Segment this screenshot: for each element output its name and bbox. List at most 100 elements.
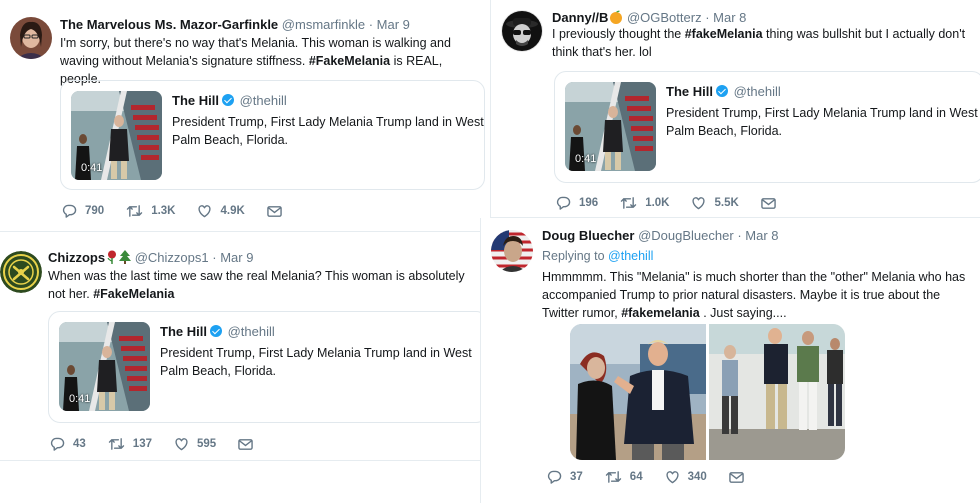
tweet-actions: 790 1.3K 4.9K xyxy=(62,204,304,218)
user-handle[interactable]: @Chizzops1 xyxy=(135,250,209,265)
display-name[interactable]: Danny//B xyxy=(552,10,608,25)
hashtag-link[interactable]: #fakeMelania xyxy=(685,27,763,41)
user-handle[interactable]: @DougBluecher xyxy=(638,228,734,243)
tweet-actions: 43 137 595 xyxy=(50,437,275,451)
retweet-icon xyxy=(605,471,621,483)
like-count: 5.5K xyxy=(714,197,739,209)
retweet-button[interactable]: 137 xyxy=(108,437,152,451)
video-thumbnail[interactable]: 0:41 xyxy=(565,82,656,171)
card-handle[interactable]: @thehill xyxy=(240,93,287,108)
hashtag-link[interactable]: #fakemelania xyxy=(621,306,700,320)
photo-image xyxy=(570,324,845,460)
tweet-header: The Marvelous Ms. Mazor-Garfinkle @msmar… xyxy=(60,17,410,32)
user-handle[interactable]: @OGBotterz xyxy=(627,10,702,25)
avatar-image xyxy=(491,230,533,272)
retweet-button[interactable]: 1.0K xyxy=(620,196,669,210)
like-button[interactable]: 595 xyxy=(174,437,216,451)
display-name[interactable]: Chizzops xyxy=(48,250,105,265)
reply-button[interactable]: 196 xyxy=(556,196,598,210)
retweet-icon xyxy=(126,205,143,217)
tweet-text-tail: . Just saying.... xyxy=(699,306,787,320)
card-text: President Trump, First Lady Melania Trum… xyxy=(666,106,978,138)
verified-badge-icon xyxy=(715,85,728,97)
reply-button[interactable]: 790 xyxy=(62,204,104,218)
display-name[interactable]: Doug Bluecher xyxy=(542,228,634,243)
retweet-button[interactable]: 64 xyxy=(605,470,643,484)
hashtag-link[interactable]: #FakeMelania xyxy=(93,287,174,301)
reply-button[interactable]: 43 xyxy=(50,437,86,451)
tweet[interactable]: The Marvelous Ms. Mazor-Garfinkle @msmar… xyxy=(0,0,490,232)
direct-message-button[interactable] xyxy=(729,471,744,484)
card-display-name[interactable]: The Hill xyxy=(160,324,207,339)
heart-icon xyxy=(692,197,706,210)
link-card[interactable]: 0:41 The Hill @thehill President Trump, … xyxy=(554,71,980,183)
avatar[interactable] xyxy=(501,10,543,52)
tweet[interactable]: Doug Bluecher @DougBluecher · Mar 8 Repl… xyxy=(480,218,980,503)
heart-icon xyxy=(198,205,212,218)
avatar-image xyxy=(0,251,42,293)
heart-icon xyxy=(666,471,679,484)
tweet-date[interactable]: Mar 8 xyxy=(713,10,746,25)
direct-message-button[interactable] xyxy=(761,197,776,210)
tree-emoji-icon xyxy=(119,250,132,267)
like-button[interactable]: 340 xyxy=(665,470,707,484)
verified-badge-icon xyxy=(209,325,222,337)
retweet-icon xyxy=(108,438,124,450)
tweet[interactable]: Danny//B @OGBotterz · Mar 8 I previously… xyxy=(490,0,980,218)
reply-count: 43 xyxy=(73,438,86,450)
video-duration: 0:41 xyxy=(575,153,597,165)
like-count: 340 xyxy=(687,471,707,483)
card-header: The Hill @thehill xyxy=(172,93,287,108)
avatar[interactable] xyxy=(0,251,42,293)
separator: · xyxy=(705,10,710,25)
avatar[interactable] xyxy=(491,230,533,272)
link-card[interactable]: 0:41 The Hill @thehill President Trump, … xyxy=(48,311,480,423)
rose-emoji-icon xyxy=(106,250,118,267)
envelope-icon xyxy=(267,205,282,217)
retweet-count: 1.3K xyxy=(151,205,176,217)
card-display-name[interactable]: The Hill xyxy=(666,84,713,99)
tweet-date[interactable]: Mar 8 xyxy=(745,228,778,243)
avatar-image xyxy=(501,10,543,52)
avatar[interactable] xyxy=(10,17,52,59)
reply-icon xyxy=(62,204,77,218)
video-thumbnail[interactable]: 0:41 xyxy=(71,91,162,180)
avatar-image xyxy=(10,17,52,59)
link-card[interactable]: 0:41 The Hill @thehill President Trump, … xyxy=(60,80,485,190)
tweet-text: Hmmmmm. This "Melania" is much shorter t… xyxy=(542,268,972,322)
separator: · xyxy=(212,250,217,265)
retweet-count: 64 xyxy=(629,471,643,483)
reply-icon xyxy=(556,196,571,210)
video-duration: 0:41 xyxy=(69,393,91,405)
like-button[interactable]: 5.5K xyxy=(691,196,739,210)
reply-count: 790 xyxy=(85,205,105,217)
tweet-date[interactable]: Mar 9 xyxy=(377,17,410,32)
mention-link[interactable]: @thehill xyxy=(608,249,653,263)
card-handle[interactable]: @thehill xyxy=(228,324,275,339)
replying-to: Replying to @thehill xyxy=(542,249,653,263)
video-thumbnail[interactable]: 0:41 xyxy=(59,322,150,411)
replying-to-label: Replying to xyxy=(542,249,605,263)
hashtag-link[interactable]: #FakeMelania xyxy=(309,54,390,68)
tweet[interactable]: Chizzops @Chizzops1 · Mar 9 When was the… xyxy=(0,236,480,461)
reply-count: 196 xyxy=(579,197,599,209)
card-header: The Hill @thehill xyxy=(160,324,275,339)
like-button[interactable]: 4.9K xyxy=(197,204,245,218)
user-handle[interactable]: @msmarfinkle xyxy=(282,17,365,32)
retweet-button[interactable]: 1.3K xyxy=(126,204,175,218)
reply-button[interactable]: 37 xyxy=(547,470,583,484)
card-header: The Hill @thehill xyxy=(666,84,781,99)
tweet-header: Chizzops @Chizzops1 · Mar 9 xyxy=(48,250,253,267)
direct-message-button[interactable] xyxy=(238,438,253,451)
separator: · xyxy=(368,17,374,32)
reply-icon xyxy=(547,470,562,484)
tweet-date[interactable]: Mar 9 xyxy=(220,250,253,265)
tweet-photos[interactable] xyxy=(570,324,845,460)
direct-message-button[interactable] xyxy=(267,205,282,218)
like-count: 4.9K xyxy=(220,205,245,217)
card-display-name[interactable]: The Hill xyxy=(172,93,219,108)
card-handle[interactable]: @thehill xyxy=(734,84,781,99)
heart-icon xyxy=(175,438,188,451)
separator: · xyxy=(737,228,742,243)
display-name[interactable]: The Marvelous Ms. Mazor-Garfinkle xyxy=(60,17,278,32)
